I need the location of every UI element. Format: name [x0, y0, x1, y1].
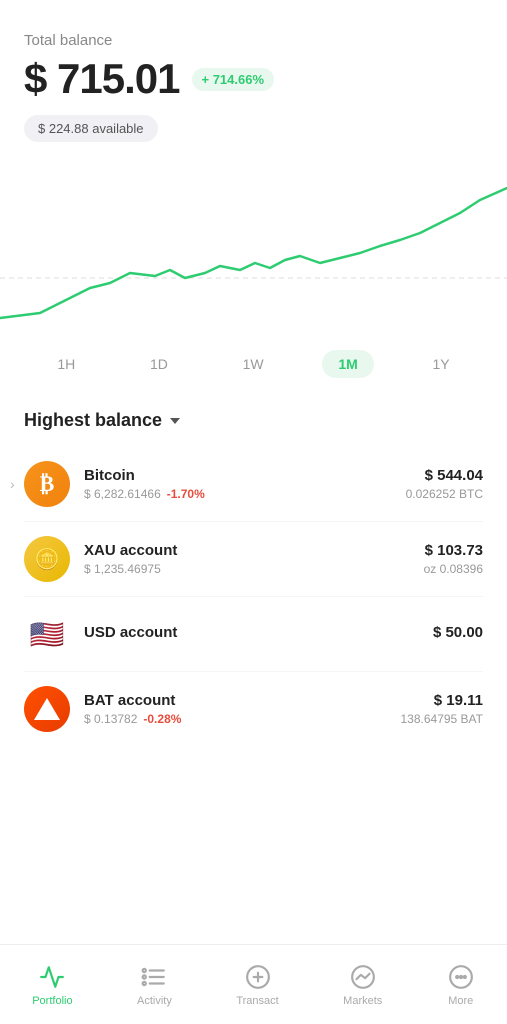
bat-qty: 138.64795 BAT	[400, 712, 483, 726]
nav-activity[interactable]: Activity	[121, 955, 188, 1015]
portfolio-icon	[38, 963, 66, 991]
section-header[interactable]: Highest balance	[0, 410, 507, 431]
section-title: Highest balance	[24, 410, 162, 431]
asset-item-bat[interactable]: BAT account $ 0.13782 -0.28% $ 19.11 138…	[24, 672, 483, 746]
asset-list: › ₿ Bitcoin $ 6,282.61466 -1.70% $ 544.0…	[0, 447, 507, 746]
xau-icon: 🪙	[24, 536, 70, 582]
markets-icon	[349, 963, 377, 991]
bat-name: BAT account	[84, 692, 400, 709]
portfolio-chart	[0, 158, 507, 338]
total-balance-label: Total balance	[24, 32, 483, 49]
bitcoin-subinfo: $ 6,282.61466 -1.70%	[84, 487, 406, 501]
usd-values: $ 50.00	[433, 624, 483, 644]
usd-value: $ 50.00	[433, 624, 483, 641]
time-1y[interactable]: 1Y	[417, 350, 466, 378]
time-1w[interactable]: 1W	[227, 350, 280, 378]
time-range-selector: 1H 1D 1W 1M 1Y	[0, 338, 507, 390]
time-1d[interactable]: 1D	[134, 350, 184, 378]
bat-values: $ 19.11 138.64795 BAT	[400, 692, 483, 726]
nav-portfolio[interactable]: Portfolio	[16, 955, 88, 1015]
bat-subinfo: $ 0.13782 -0.28%	[84, 712, 400, 726]
xau-name: XAU account	[84, 542, 424, 559]
portfolio-nav-label: Portfolio	[32, 995, 72, 1007]
asset-item-xau[interactable]: 🪙 XAU account $ 1,235.46975 $ 103.73 oz …	[24, 522, 483, 597]
transact-nav-label: Transact	[236, 995, 278, 1007]
asset-item-bitcoin[interactable]: › ₿ Bitcoin $ 6,282.61466 -1.70% $ 544.0…	[24, 447, 483, 522]
nav-transact[interactable]: Transact	[220, 955, 294, 1015]
bat-value: $ 19.11	[400, 692, 483, 709]
available-balance: $ 224.88 available	[24, 115, 158, 142]
more-nav-label: More	[448, 995, 473, 1007]
xau-info: XAU account $ 1,235.46975	[84, 542, 424, 576]
bitcoin-qty: 0.026252 BTC	[406, 487, 483, 501]
transact-icon	[244, 963, 272, 991]
asset-item-usd[interactable]: 🇺🇸 USD account $ 50.00	[24, 597, 483, 672]
usd-name: USD account	[84, 624, 433, 641]
nav-more[interactable]: More	[431, 955, 491, 1015]
activity-icon	[140, 963, 168, 991]
usd-flag-icon: 🇺🇸	[24, 611, 70, 657]
chevron-down-icon	[170, 418, 180, 424]
bitcoin-icon: ₿	[24, 461, 70, 507]
bat-info: BAT account $ 0.13782 -0.28%	[84, 692, 400, 726]
balance-amount: $ 715.01	[24, 55, 180, 103]
markets-nav-label: Markets	[343, 995, 382, 1007]
nav-markets[interactable]: Markets	[327, 955, 398, 1015]
more-icon	[447, 963, 475, 991]
bitcoin-value: $ 544.04	[406, 467, 483, 484]
bottom-navigation: Portfolio Activity Transact	[0, 944, 507, 1024]
bat-icon	[24, 686, 70, 732]
bitcoin-name: Bitcoin	[84, 467, 406, 484]
xau-qty: oz 0.08396	[424, 562, 483, 576]
asset-arrow-icon: ›	[10, 476, 15, 492]
time-1m[interactable]: 1M	[322, 350, 373, 378]
xau-values: $ 103.73 oz 0.08396	[424, 542, 483, 576]
bitcoin-values: $ 544.04 0.026252 BTC	[406, 467, 483, 501]
usd-info: USD account	[84, 624, 433, 644]
bitcoin-info: Bitcoin $ 6,282.61466 -1.70%	[84, 467, 406, 501]
time-1h[interactable]: 1H	[41, 350, 91, 378]
activity-nav-label: Activity	[137, 995, 172, 1007]
bitcoin-price: $ 6,282.61466	[84, 487, 161, 501]
bat-price: $ 0.13782	[84, 712, 137, 726]
xau-value: $ 103.73	[424, 542, 483, 559]
balance-change-badge: + 714.66%	[192, 68, 275, 91]
bitcoin-change: -1.70%	[167, 487, 205, 501]
bat-change: -0.28%	[143, 712, 181, 726]
xau-subinfo: $ 1,235.46975	[84, 562, 424, 576]
xau-price: $ 1,235.46975	[84, 562, 161, 576]
